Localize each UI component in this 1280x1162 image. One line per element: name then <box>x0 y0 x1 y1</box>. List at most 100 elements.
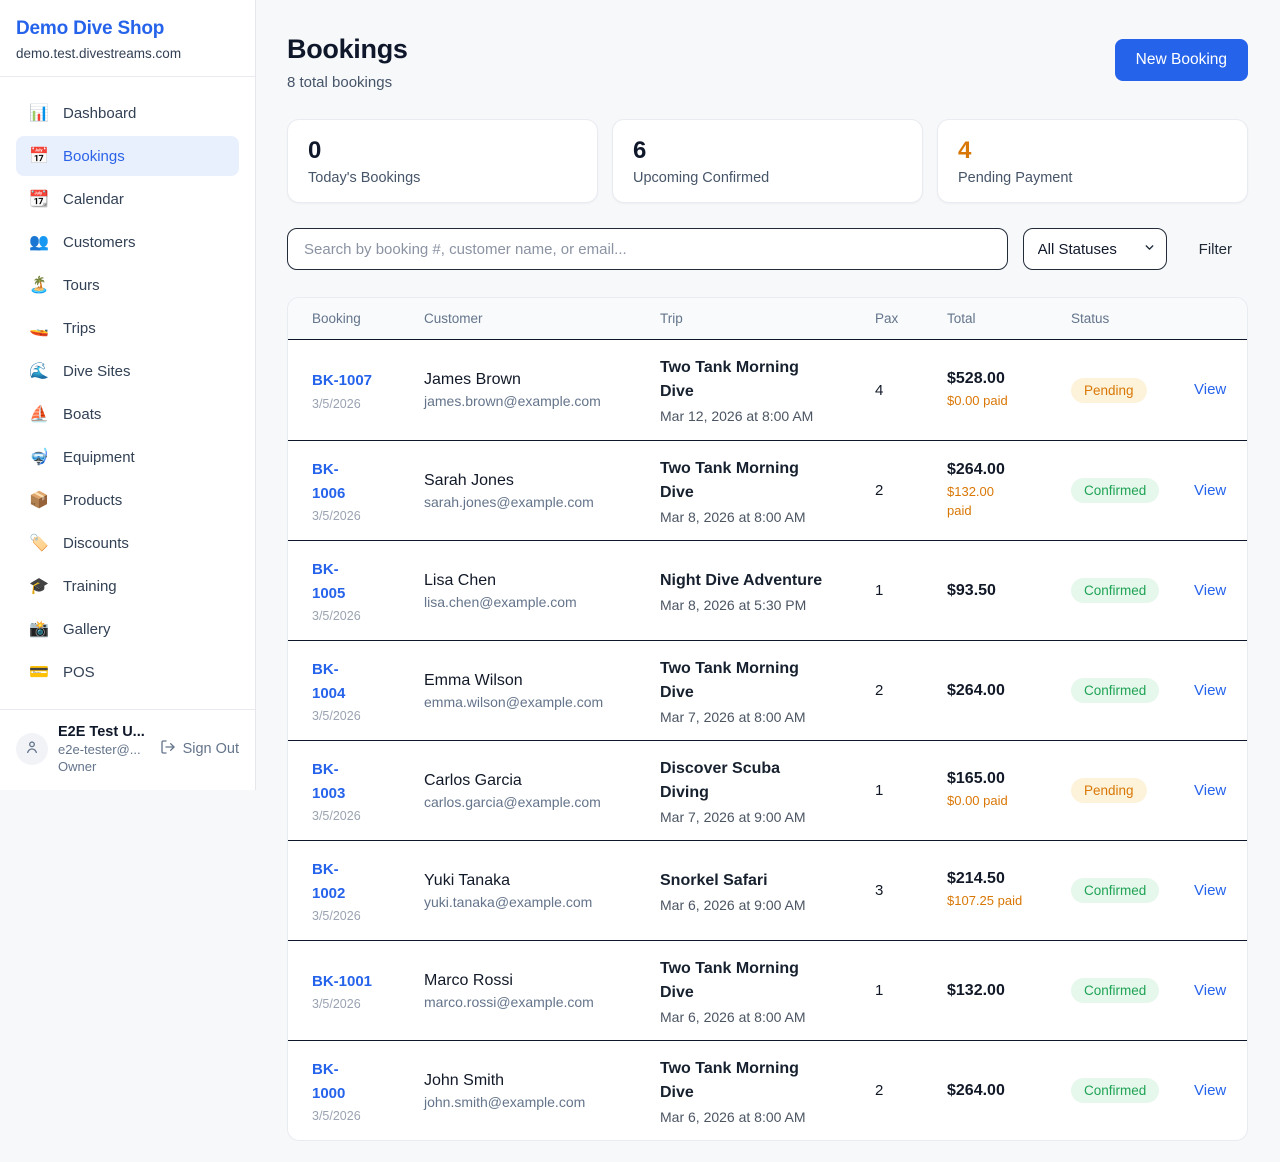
total-cell: $264.00 <box>947 682 1071 700</box>
sidebar-item-trips[interactable]: 🚤 Trips <box>16 308 239 348</box>
trip-name: Night Dive Adventure <box>660 569 875 593</box>
stat-card: 0 Today's Bookings <box>287 119 598 203</box>
booking-cell: BK- 1003 3/5/2026 <box>312 758 424 823</box>
sidebar-item-boats[interactable]: ⛵ Boats <box>16 394 239 434</box>
booking-date: 3/5/2026 <box>312 509 424 523</box>
booking-cell: BK- 1002 3/5/2026 <box>312 858 424 923</box>
booking-date: 3/5/2026 <box>312 709 424 723</box>
status-badge: Confirmed <box>1071 478 1159 503</box>
total-bookings-count: 8 total bookings <box>287 74 408 91</box>
stat-value: 0 <box>308 137 577 165</box>
view-link[interactable]: View <box>1194 782 1226 799</box>
booking-id-link[interactable]: BK- 1002 <box>312 858 424 905</box>
trip-cell: Two Tank Morning Dive Mar 7, 2026 at 8:0… <box>660 657 875 725</box>
sidebar-item-customers[interactable]: 👥 Customers <box>16 222 239 262</box>
view-link[interactable]: View <box>1194 882 1226 899</box>
booking-id-link[interactable]: BK- 1000 <box>312 1058 424 1105</box>
booking-id-link[interactable]: BK- 1006 <box>312 458 424 505</box>
trip-name: Two Tank Morning Dive <box>660 457 875 505</box>
booking-id-link[interactable]: BK- 1004 <box>312 658 424 705</box>
booking-cell: BK- 1005 3/5/2026 <box>312 558 424 623</box>
filters-bar: All Statuses Filter <box>287 228 1248 270</box>
total-amount: $264.00 <box>947 682 1071 700</box>
view-link[interactable]: View <box>1194 1082 1226 1099</box>
sidebar-item-discounts[interactable]: 🏷️ Discounts <box>16 523 239 563</box>
sign-out-button[interactable]: Sign Out <box>160 739 239 759</box>
customer-name: Marco Rossi <box>424 972 660 990</box>
total-amount: $93.50 <box>947 582 1071 600</box>
sidebar-item-equipment[interactable]: 🤿 Equipment <box>16 437 239 477</box>
nav-item-icon: 🤿 <box>28 447 50 467</box>
view-link[interactable]: View <box>1194 682 1226 699</box>
new-booking-button[interactable]: New Booking <box>1115 39 1248 81</box>
nav-item-label: Dive Sites <box>63 363 131 380</box>
filter-button[interactable]: Filter <box>1199 241 1232 258</box>
sidebar-item-dashboard[interactable]: 📊 Dashboard <box>16 93 239 133</box>
stat-card: 4 Pending Payment <box>937 119 1248 203</box>
nav-item-label: Training <box>63 578 117 595</box>
pax-count: 1 <box>875 982 947 999</box>
sidebar-item-products[interactable]: 📦 Products <box>16 480 239 520</box>
status-cell: Confirmed <box>1071 478 1194 503</box>
user-role: Owner <box>58 759 150 774</box>
customer-cell: Yuki Tanaka yuki.tanaka@example.com <box>424 872 660 910</box>
col-header-booking: Booking <box>312 311 424 326</box>
total-amount: $132.00 <box>947 982 1071 1000</box>
bookings-table: Booking Customer Trip Pax Total Status B… <box>287 297 1248 1141</box>
customer-cell: Carlos Garcia carlos.garcia@example.com <box>424 772 660 810</box>
sidebar-item-calendar[interactable]: 📆 Calendar <box>16 179 239 219</box>
trip-cell: Discover Scuba Diving Mar 7, 2026 at 9:0… <box>660 757 875 825</box>
total-amount: $165.00 <box>947 770 1071 788</box>
search-input[interactable] <box>287 228 1008 270</box>
nav-item-label: POS <box>63 664 95 681</box>
shop-name: Demo Dive Shop <box>16 18 239 40</box>
customer-name: John Smith <box>424 1072 660 1090</box>
table-row: BK- 1004 3/5/2026 Emma Wilson emma.wilso… <box>288 640 1247 740</box>
stat-label: Upcoming Confirmed <box>633 170 902 186</box>
table-row: BK- 1005 3/5/2026 Lisa Chen lisa.chen@ex… <box>288 540 1247 640</box>
status-cell: Pending <box>1071 778 1194 803</box>
sidebar-item-dive-sites[interactable]: 🌊 Dive Sites <box>16 351 239 391</box>
brand-block: Demo Dive Shop demo.test.divestreams.com <box>0 0 255 77</box>
status-cell: Pending <box>1071 378 1194 403</box>
trip-name: Two Tank Morning Dive <box>660 657 875 705</box>
trip-date: Mar 6, 2026 at 8:00 AM <box>660 1109 875 1125</box>
booking-id-link[interactable]: BK- 1005 <box>312 558 424 605</box>
booking-id-link[interactable]: BK- 1003 <box>312 758 424 805</box>
booking-date: 3/5/2026 <box>312 909 424 923</box>
view-link[interactable]: View <box>1194 582 1226 599</box>
nav-item-label: Gallery <box>63 621 111 638</box>
sidebar-item-tours[interactable]: 🏝️ Tours <box>16 265 239 305</box>
nav-item-icon: 📆 <box>28 189 50 209</box>
booking-date: 3/5/2026 <box>312 997 424 1011</box>
booking-date: 3/5/2026 <box>312 1109 424 1123</box>
nav-item-label: Discounts <box>63 535 129 552</box>
table-row: BK-1001 3/5/2026 Marco Rossi marco.rossi… <box>288 940 1247 1040</box>
customer-email: marco.rossi@example.com <box>424 994 660 1010</box>
sidebar: Demo Dive Shop demo.test.divestreams.com… <box>0 0 256 790</box>
pax-count: 2 <box>875 482 947 499</box>
sidebar-item-gallery[interactable]: 📸 Gallery <box>16 609 239 649</box>
customer-email: yuki.tanaka@example.com <box>424 894 660 910</box>
col-header-trip: Trip <box>660 311 875 326</box>
trip-name: Two Tank Morning Dive <box>660 356 875 404</box>
sidebar-item-training[interactable]: 🎓 Training <box>16 566 239 606</box>
status-filter-select[interactable]: All Statuses <box>1023 228 1167 270</box>
pax-count: 1 <box>875 782 947 799</box>
page-title: Bookings <box>287 34 408 65</box>
col-header-total: Total <box>947 311 1071 326</box>
view-link[interactable]: View <box>1194 982 1226 999</box>
booking-cell: BK- 1006 3/5/2026 <box>312 458 424 523</box>
pax-count: 4 <box>875 382 947 399</box>
view-link[interactable]: View <box>1194 381 1226 398</box>
status-badge: Pending <box>1071 778 1147 803</box>
total-cell: $264.00 $132.00 paid <box>947 461 1071 521</box>
customer-cell: Sarah Jones sarah.jones@example.com <box>424 472 660 510</box>
sidebar-item-bookings[interactable]: 📅 Bookings <box>16 136 239 176</box>
sidebar-item-pos[interactable]: 💳 POS <box>16 652 239 692</box>
status-cell: Confirmed <box>1071 1078 1194 1103</box>
view-link[interactable]: View <box>1194 482 1226 499</box>
user-section: E2E Test U... e2e-tester@... Owner Sign … <box>0 709 255 790</box>
booking-id-link[interactable]: BK-1001 <box>312 970 424 993</box>
booking-id-link[interactable]: BK-1007 <box>312 369 424 392</box>
